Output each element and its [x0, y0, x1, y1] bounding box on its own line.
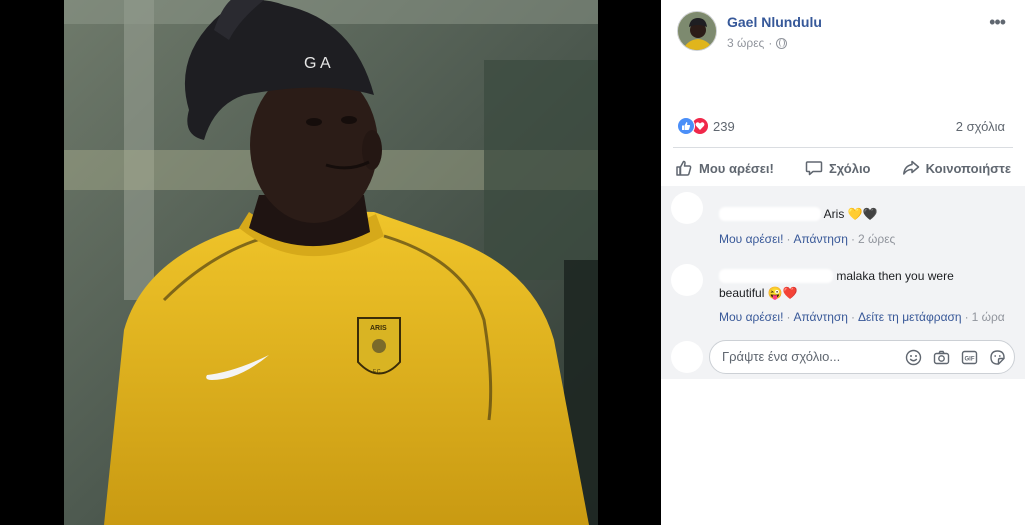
comment-input[interactable]: [722, 349, 882, 364]
author-avatar[interactable]: [677, 11, 717, 51]
like-icon[interactable]: [677, 117, 695, 135]
comment-like-link[interactable]: Μου αρέσει!: [719, 232, 783, 246]
translate-link[interactable]: Δείτε τη μετάφραση: [858, 310, 962, 324]
divider: [673, 147, 1013, 148]
comment-bubble: xxxxxxxxxxxxxxxxx Aris 💛🖤: [709, 200, 888, 229]
globe-icon: [776, 37, 788, 49]
comment-actions: Μου αρέσει! · Απάντηση · Δείτε τη μετάφραση ·…: [719, 310, 1005, 324]
comments-count[interactable]: 2 σχόλια: [956, 119, 1005, 134]
comment-time[interactable]: 1 ώρα: [972, 310, 1005, 324]
comment-input-box[interactable]: GIF: [709, 340, 1015, 374]
composer-icons: GIF: [904, 348, 1006, 366]
like-label: Μου αρέσει!: [699, 160, 774, 176]
ellipsis-icon[interactable]: •••: [989, 12, 1006, 33]
comment-icon: [805, 161, 823, 176]
commenter-avatar[interactable]: [671, 264, 703, 296]
comment-emoji: 😜❤️: [767, 286, 798, 300]
share-button[interactable]: Κοινοποιήστε: [902, 152, 1011, 184]
meta-separator: ·: [768, 36, 773, 50]
comment-bubble: xxxxxxxxxxxxxxxxxxx malaka then you were…: [709, 262, 981, 308]
comment-button[interactable]: Σχόλιο: [805, 152, 871, 184]
beanie-text: G A: [304, 55, 331, 72]
redacted-name: xxxxxxxxxxxxxxxxxxx: [719, 269, 833, 283]
comment-reply-link[interactable]: Απάντηση: [793, 310, 848, 324]
comment-text-line1: malaka then you were: [836, 269, 954, 283]
post-photo[interactable]: G A ARIS F.C.: [64, 0, 598, 525]
crest-text: ARIS: [370, 325, 387, 332]
crest-sub: F.C.: [373, 369, 382, 375]
reactions-bar: 239 2 σχόλια: [677, 116, 1005, 136]
photo-illustration: G A ARIS F.C.: [64, 0, 598, 525]
like-button[interactable]: Μου αρέσει!: [675, 152, 774, 184]
comment-composer: GIF: [671, 340, 1015, 374]
post-actions: Μου αρέσει! Σχόλιο Κοινοποιήστε: [673, 152, 1013, 184]
emoji-icon[interactable]: [904, 348, 922, 366]
comment-actions: Μου αρέσει! · Απάντηση · 2 ώρες: [719, 232, 896, 246]
commenter-avatar[interactable]: [671, 192, 703, 224]
svg-text:GIF: GIF: [964, 356, 974, 362]
gif-icon[interactable]: GIF: [960, 348, 978, 366]
photo-viewer: G A ARIS F.C.: [0, 0, 661, 525]
post-meta: 3 ώρες ·: [727, 36, 788, 50]
redacted-name: xxxxxxxxxxxxxxxxx: [719, 207, 821, 221]
author-name[interactable]: Gael Nlundulu: [727, 14, 822, 30]
comment-text: Aris: [823, 207, 845, 221]
post-header: Gael Nlundulu 3 ώρες · •••: [677, 10, 1013, 54]
comment-item: xxxxxxxxxxxxxxxxx Aris 💛🖤 Μου αρέσει!·Απ…: [671, 186, 1015, 250]
share-label: Κοινοποιήστε: [925, 160, 1011, 176]
reaction-count[interactable]: 239: [713, 119, 735, 134]
comment-reply-link[interactable]: Απάντηση: [793, 232, 848, 246]
comment-time[interactable]: 2 ώρες: [858, 232, 895, 246]
thumbs-up-icon: [676, 160, 692, 176]
comment-like-link[interactable]: Μου αρέσει!: [719, 310, 783, 324]
sticker-icon[interactable]: [988, 348, 1006, 366]
comment-item: xxxxxxxxxxxxxxxxxxx malaka then you were…: [671, 256, 1015, 336]
share-icon: [902, 160, 919, 175]
comment-label: Σχόλιο: [828, 160, 871, 176]
comment-emoji: 💛🖤: [847, 207, 878, 221]
post-panel: Gael Nlundulu 3 ώρες · ••• 239 2 σχόλια …: [661, 0, 1025, 525]
panel-empty-area: [661, 379, 1025, 525]
comment-text-line2: beautiful: [719, 286, 765, 300]
post-time[interactable]: 3 ώρες: [727, 36, 764, 50]
camera-icon[interactable]: [932, 348, 950, 366]
viewer-avatar: [671, 341, 703, 373]
aris-crest: ARIS F.C.: [357, 317, 401, 375]
